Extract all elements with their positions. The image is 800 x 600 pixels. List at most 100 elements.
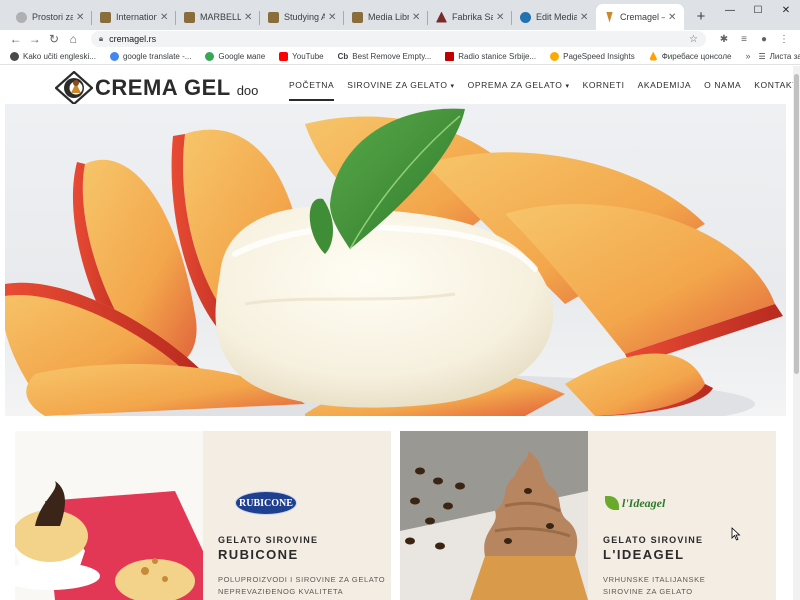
nav-item-kontakt[interactable]: KONTAKT <box>754 80 793 90</box>
tab-favicon-icon <box>184 11 195 23</box>
nav-label: OPREMA ZA GELATO <box>467 80 563 90</box>
close-icon[interactable]: ✕ <box>328 12 338 23</box>
tab-favicon-icon <box>520 11 531 23</box>
browser-tab[interactable]: International U ✕ <box>92 4 176 30</box>
cb-icon: Cb <box>337 51 349 61</box>
tab-title: Media Library <box>368 12 409 22</box>
close-icon[interactable]: ✕ <box>244 12 254 23</box>
site-logo[interactable]: CREMA GEL doo <box>55 71 258 105</box>
nav-item-akademija[interactable]: AKADEMIJA <box>638 80 692 90</box>
close-icon[interactable]: ✕ <box>496 12 506 23</box>
tab-title: MARBELLA inte <box>200 12 241 22</box>
bookmark-label: Kako učiti engleski... <box>23 51 96 61</box>
bookmark-item[interactable]: Radio stanice Srbije... <box>445 51 536 61</box>
main-nav: POČETNA SIROVINE ZA GELATO ▾ OPREMA ZA GE… <box>289 80 793 101</box>
reading-list-label: Листа за читање <box>769 51 800 61</box>
hero-image <box>5 104 786 416</box>
bookmark-label: YouTube <box>292 51 324 61</box>
page-viewport: CREMA GEL doo POČETNA SIROVINE ZA GELATO… <box>5 66 793 600</box>
browser-tab[interactable]: MARBELLA inte ✕ <box>176 4 260 30</box>
close-icon[interactable]: ✕ <box>580 12 590 23</box>
bookmark-item[interactable]: PageSpeed Insights <box>550 51 635 61</box>
tab-favicon-icon <box>16 11 27 23</box>
tab-favicon-icon <box>606 11 613 23</box>
browser-tab[interactable]: Edit Media ‹ Fa ✕ <box>512 4 596 30</box>
url-text: cremagel.rs <box>109 34 157 44</box>
nav-item-o-nama[interactable]: O NAMA <box>704 80 741 90</box>
browser-tab[interactable]: Studying Abroa ✕ <box>260 4 344 30</box>
nav-item-korneti[interactable]: KORNETI <box>583 80 625 90</box>
nav-label: O NAMA <box>704 80 742 90</box>
browser-tab-active[interactable]: Cremagel – Poc ✕ <box>596 4 684 30</box>
leaf-icon <box>605 496 619 510</box>
ideagel-logo: l'Ideagel <box>605 491 773 515</box>
rubicone-card[interactable]: RUBICONE GELATO SIROVINE RUBICONE POLUPR… <box>15 431 391 600</box>
bookmark-label: Фиребасе цонсоле <box>661 51 732 61</box>
extensions-icon[interactable]: ✱ <box>714 31 734 47</box>
bookmark-label: Google мапе <box>218 51 266 61</box>
browser-toolbar: ← → ↻ ⌂ 🔒︎ cremagel.rs ☆ ✱ ≡ ● ⋮ <box>0 30 800 48</box>
reading-list-button[interactable]: ☰Листа за читање <box>758 52 800 61</box>
ideagel-card[interactable]: l'Ideagel GELATO SIROVINE L'IDEAGEL VRHU… <box>400 431 776 600</box>
new-tab-button[interactable]: + <box>690 5 712 27</box>
bookmark-item[interactable]: Cb Best Remove Empty... <box>338 52 432 61</box>
browser-tab[interactable]: Fabrika Sajtova ✕ <box>428 4 512 30</box>
gelato-cup-illustration <box>15 431 203 600</box>
chevron-down-icon: ▾ <box>565 83 570 90</box>
close-icon[interactable]: ✕ <box>412 12 422 23</box>
back-icon[interactable]: ← <box>6 31 25 47</box>
firebase-icon <box>648 51 658 61</box>
tab-title: International U <box>116 12 157 22</box>
close-icon[interactable]: ✕ <box>76 12 86 23</box>
nav-label: POČETNA <box>289 80 335 90</box>
profile-avatar[interactable]: ● <box>754 31 774 47</box>
radio-icon <box>445 51 455 61</box>
rubicone-photo <box>15 431 203 600</box>
tab-favicon-icon <box>436 11 447 23</box>
maps-pin-icon <box>205 51 215 61</box>
page-scrollbar[interactable] <box>793 66 800 600</box>
pagespeed-icon <box>550 51 560 61</box>
browser-tab[interactable]: Prostori za vem ✕ <box>8 4 92 30</box>
bookmarks-overflow-button[interactable]: » <box>745 51 750 61</box>
close-icon[interactable]: ✕ <box>668 12 678 23</box>
minimize-button[interactable]: — <box>716 0 744 20</box>
ideagel-photo <box>400 431 588 600</box>
maximize-button[interactable]: ☐ <box>744 0 772 20</box>
home-icon[interactable]: ⌂ <box>64 31 83 47</box>
lock-icon[interactable]: 🔒︎ <box>99 34 103 44</box>
card-title[interactable]: L'IDEAGEL <box>603 547 773 562</box>
menu-icon[interactable]: ⋮ <box>774 31 794 47</box>
card-eyebrow: GELATO SIROVINE <box>218 535 319 545</box>
media-icon[interactable]: ≡ <box>734 31 754 47</box>
scrollbar-thumb[interactable] <box>794 74 799 374</box>
bookmark-item[interactable]: Kako učiti engleski... <box>10 51 96 61</box>
browser-tab[interactable]: Media Library ✕ <box>344 4 428 30</box>
tab-favicon-icon <box>268 11 279 23</box>
card-title[interactable]: RUBICONE <box>218 547 388 562</box>
close-window-button[interactable]: ✕ <box>772 0 800 20</box>
address-bar[interactable]: 🔒︎ cremagel.rs ☆ <box>90 31 706 47</box>
reload-icon[interactable]: ↻ <box>44 31 63 47</box>
rubicone-logo: RUBICONE <box>235 491 297 515</box>
rubicone-card-text: RUBICONE GELATO SIROVINE RUBICONE POLUPR… <box>218 491 388 598</box>
nav-item-oprema[interactable]: OPREMA ZA GELATO ▾ <box>468 80 570 90</box>
nav-label: KONTAKT <box>754 80 793 90</box>
tab-favicon-icon <box>100 11 111 23</box>
nav-label: AKADEMIJA <box>637 80 692 90</box>
bookmark-star-icon[interactable]: ☆ <box>689 34 698 45</box>
youtube-icon <box>279 51 289 61</box>
nav-item-sirovine[interactable]: SIROVINE ZA GELATO ▾ <box>347 80 454 90</box>
bookmark-label: PageSpeed Insights <box>563 51 635 61</box>
nav-item-pocetna[interactable]: POČETNA <box>289 80 335 101</box>
bookmark-item[interactable]: google translate -... <box>109 51 191 61</box>
bookmark-item[interactable]: Google мапе <box>205 51 266 61</box>
google-icon <box>109 51 119 61</box>
card-eyebrow: GELATO SIROVINE <box>603 535 704 545</box>
bookmark-item[interactable]: YouTube <box>279 51 324 61</box>
forward-icon[interactable]: → <box>25 31 44 47</box>
nav-label: SIROVINE ZA GELATO <box>347 80 448 90</box>
bookmark-item[interactable]: Фиребасе цонсоле <box>648 51 732 61</box>
close-icon[interactable]: ✕ <box>160 12 170 23</box>
brand-name: CREMA GEL <box>95 75 231 100</box>
